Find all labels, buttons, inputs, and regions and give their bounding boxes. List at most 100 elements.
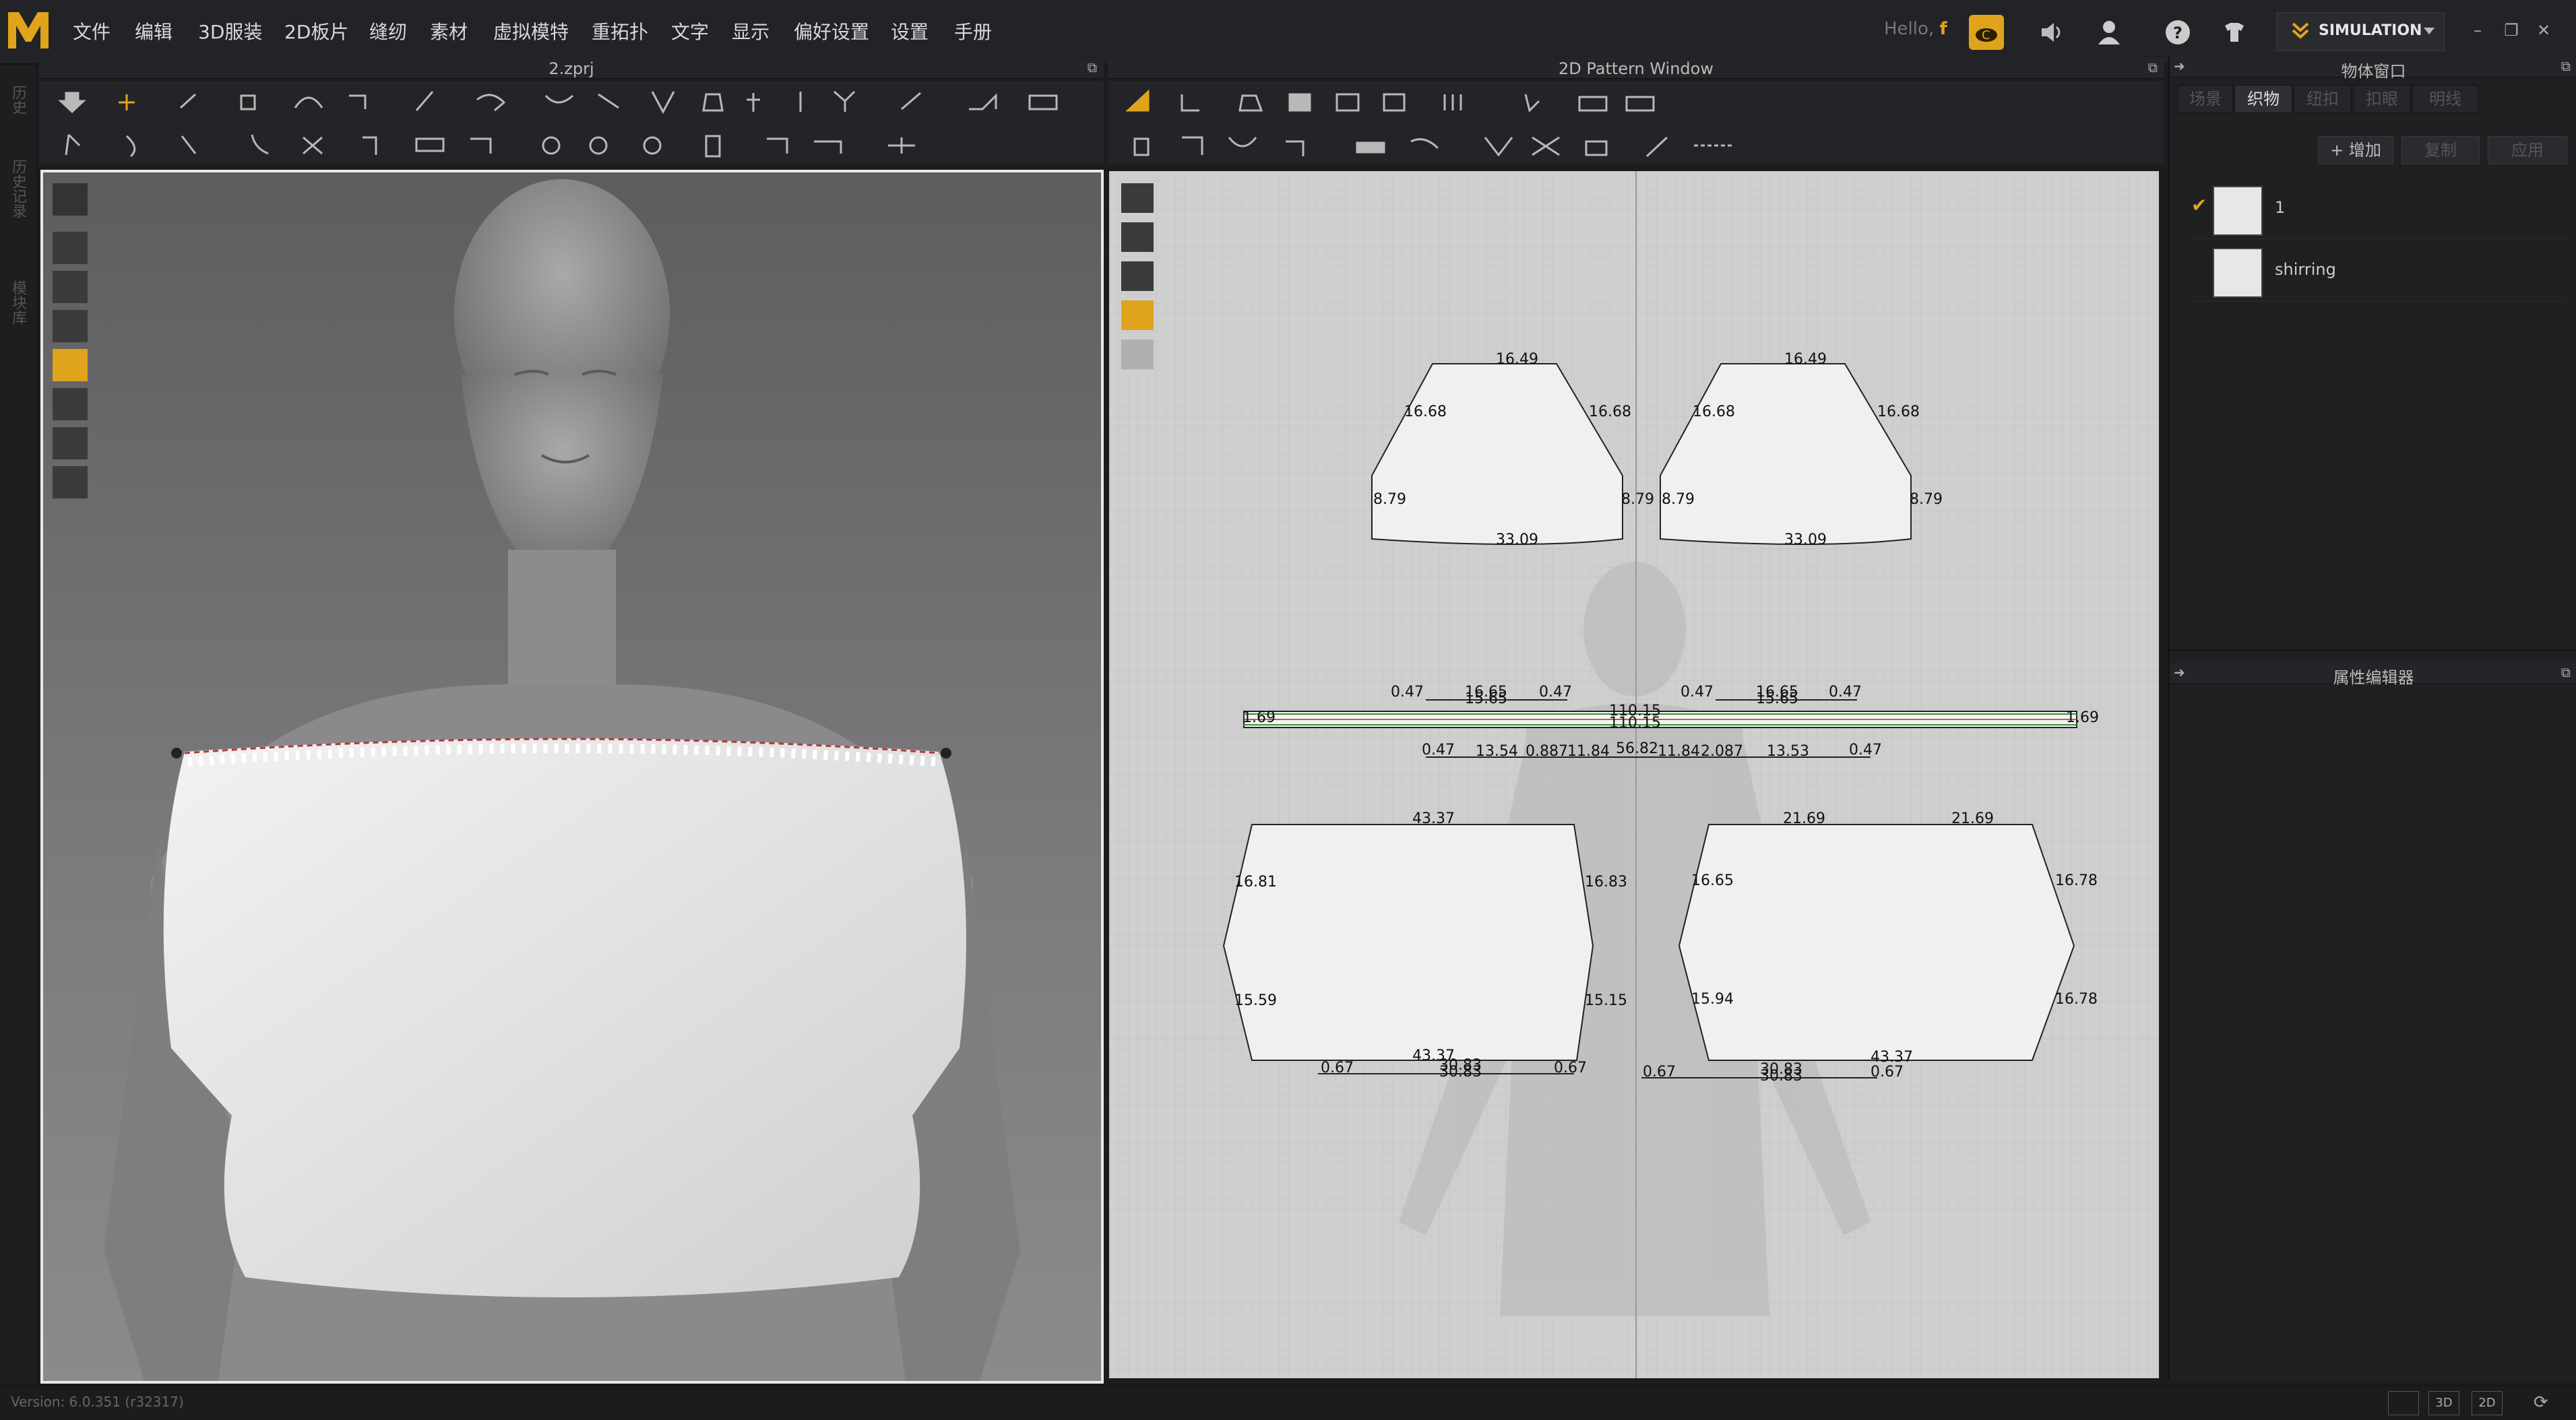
fabric-name: shirring (2275, 260, 2336, 279)
dim-label: 15.15 (1585, 992, 1627, 1009)
display-shading-icon[interactable] (53, 388, 88, 420)
dim-label: 8.79 (1373, 491, 1406, 508)
tab-button[interactable]: 纽扣 (2294, 85, 2352, 113)
dim-label: 0.67 (1643, 1064, 1676, 1080)
display-skin-icon[interactable] (53, 427, 88, 459)
speaker-icon[interactable] (2035, 15, 2070, 50)
dim-label: 8.79 (1910, 491, 1943, 508)
menu-settings[interactable]: 设置 (891, 18, 929, 44)
fabric-swatch (2213, 248, 2263, 298)
restore-icon[interactable]: ❐ (2501, 20, 2521, 40)
menu-text[interactable]: 文字 (671, 18, 709, 44)
dim-label: 2.087 (1701, 743, 1743, 760)
dim-label: 8.79 (1621, 491, 1654, 508)
menu-manual[interactable]: 手册 (954, 18, 992, 44)
minimize-icon[interactable]: – (2468, 20, 2488, 40)
menu-2d-pattern[interactable]: 2D板片 (284, 18, 348, 44)
popout-icon[interactable]: ⧉ (2148, 59, 2158, 75)
dim-label: 16.78 (2055, 872, 2098, 889)
garment-settings-icon[interactable] (2217, 15, 2252, 50)
display-fabric-icon[interactable] (53, 349, 88, 381)
apply-fabric-button[interactable]: 应用 (2488, 136, 2567, 164)
menu-edit[interactable]: 编辑 (135, 18, 172, 44)
pattern-tool-garment[interactable] (1121, 222, 1154, 252)
copy-fabric-button[interactable]: 复制 (2401, 136, 2480, 164)
dim-label: 16.68 (1404, 404, 1447, 420)
status-bar: Version: 6.0.351 (r32317) 3D 2D ⟳ (0, 1385, 2576, 1420)
svg-text:?: ? (2173, 24, 2182, 42)
fabric-name: 1 (2275, 198, 2286, 217)
popout-icon[interactable]: ⧉ (2561, 58, 2571, 74)
menu-file[interactable]: 文件 (73, 18, 111, 44)
display-avatar-icon[interactable] (53, 183, 88, 216)
close-icon[interactable]: ✕ (2534, 20, 2554, 40)
viewport-3d[interactable] (40, 170, 1104, 1384)
simulation-mode-button[interactable]: SIMULATION (2276, 12, 2445, 51)
dim-label: 16.83 (1585, 874, 1627, 891)
dim-label: 1.69 (2066, 709, 2099, 726)
display-texture-icon[interactable] (53, 271, 88, 303)
pattern-front-bodice[interactable] (1222, 824, 1594, 1061)
display-sphere-icon[interactable] (53, 466, 88, 498)
pattern-tool-lock[interactable] (1121, 340, 1154, 369)
menu-preferences[interactable]: 偏好设置 (794, 18, 869, 44)
display-avatar-solid-icon[interactable] (53, 310, 88, 342)
viewport3d-title: 2.zprj (548, 59, 594, 78)
display-garment-icon[interactable] (53, 232, 88, 264)
add-fabric-button[interactable]: + 增加 (2318, 136, 2393, 164)
dim-label: 0.887 (1526, 743, 1568, 760)
mode-label: SIMULATION (2319, 22, 2422, 39)
cloud-icon[interactable]: C (1969, 15, 2004, 50)
dim-label: 0.67 (1554, 1060, 1587, 1076)
viewport3d-header: 2.zprj ⧉ (39, 58, 1104, 79)
pattern-tool-info[interactable] (1121, 261, 1154, 291)
history-record-tab[interactable]: 历史记录 (7, 159, 28, 218)
version-text: Version: 6.0.351 (r32317) (11, 1394, 184, 1410)
view-3d-button[interactable]: 3D (2428, 1391, 2459, 1415)
menu-avatar[interactable]: 虚拟模特 (493, 18, 569, 44)
tab-buttonhole[interactable]: 扣眼 (2353, 85, 2411, 113)
menu-display[interactable]: 显示 (732, 18, 769, 44)
menu-materials[interactable]: 素材 (430, 18, 468, 44)
dim-label: 0.47 (1391, 684, 1424, 701)
dim-label: 13.53 (1767, 743, 1809, 760)
app-logo-icon[interactable] (4, 5, 53, 54)
menu-3d-garment[interactable]: 3D服装 (198, 18, 262, 44)
dim-label: 15.65 (1465, 690, 1507, 707)
tab-scene[interactable]: 场景 (2178, 85, 2233, 113)
dim-label: 30.83 (1439, 1064, 1482, 1080)
refresh-icon[interactable]: ⟳ (2534, 1392, 2548, 1413)
pattern-sleeve-left[interactable] (1371, 363, 1623, 545)
menu-retopology[interactable]: 重拓扑 (592, 18, 648, 44)
view-2d-button[interactable]: 2D (2472, 1391, 2503, 1415)
fabric-row[interactable]: ✔ 1 (2190, 181, 2567, 239)
dim-label: 15.59 (1234, 992, 1277, 1009)
history-tab[interactable]: 历史 (7, 85, 28, 115)
popout-icon[interactable]: ⧉ (1088, 59, 1097, 75)
dim-label: 16.68 (1693, 404, 1735, 420)
avatar-3d-render (104, 179, 1020, 1381)
module-library-tab[interactable]: 模块库 (7, 280, 28, 325)
tab-fabric[interactable]: 织物 (2234, 85, 2292, 113)
user-icon[interactable] (2092, 15, 2127, 50)
object-window-title: 物体窗口 (2341, 62, 2406, 81)
fabric-row[interactable]: shirring (2190, 243, 2567, 301)
object-window-header: 物体窗口 ➜ ⧉ (2170, 57, 2576, 81)
pattern-tool-edit[interactable] (1121, 183, 1154, 213)
fabric-swatch (2213, 186, 2263, 236)
tab-topstitch[interactable]: 明线 (2412, 85, 2478, 113)
toolbar-3d (39, 81, 1104, 164)
dock-arrow-icon[interactable]: ➜ (2174, 664, 2185, 680)
menu-sewing[interactable]: 缝纫 (369, 18, 407, 44)
popout-icon[interactable]: ⧉ (2561, 664, 2571, 680)
dim-label: 16.49 (1496, 351, 1538, 368)
toolbar-2d-icons[interactable] (1108, 81, 2164, 164)
pattern-window-viewport[interactable]: 16.49 16.68 16.68 8.79 8.79 33.09 16.49 … (1109, 171, 2159, 1378)
view-split-button[interactable] (2388, 1391, 2419, 1415)
toolbar-3d-icons[interactable] (39, 81, 1104, 164)
pattern-tool-fabric[interactable] (1121, 300, 1154, 330)
help-icon[interactable]: ? (2160, 15, 2195, 50)
pattern-sleeve-right[interactable] (1660, 363, 1912, 545)
pattern-back-bodice[interactable] (1678, 824, 2075, 1061)
dock-arrow-icon[interactable]: ➜ (2174, 58, 2185, 74)
